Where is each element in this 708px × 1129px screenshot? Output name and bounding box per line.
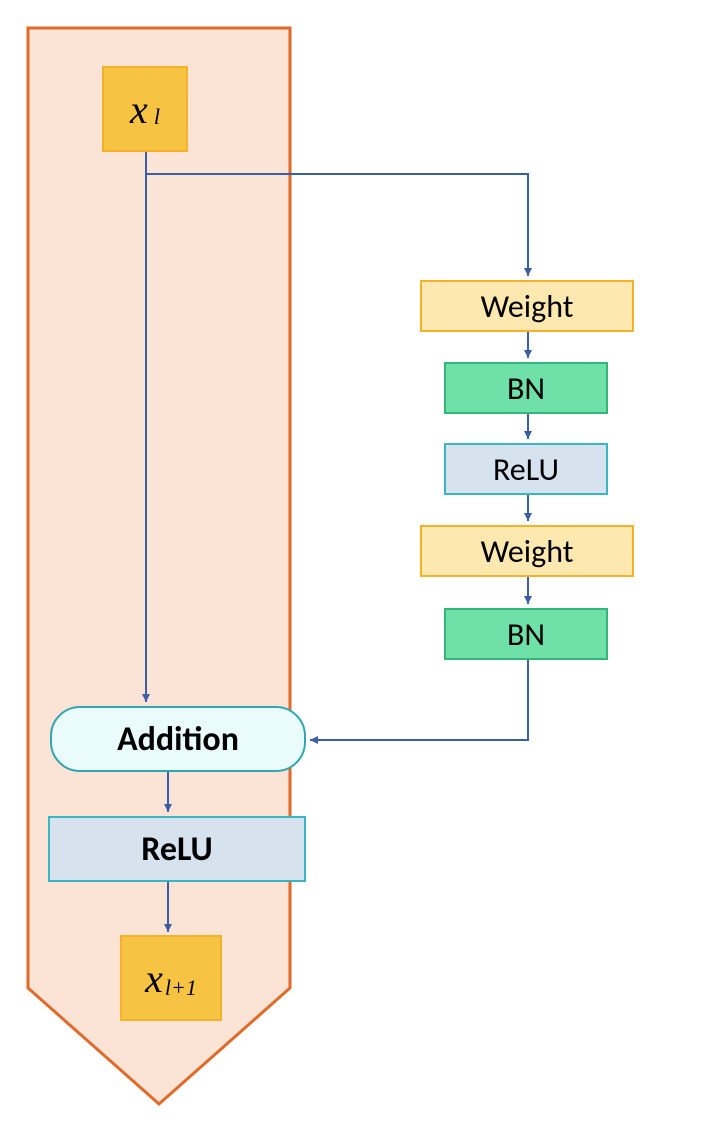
bn-block-1: BN: [444, 362, 608, 414]
output-var: x: [145, 955, 163, 1002]
bn-block-2: BN: [444, 608, 608, 660]
output-variable-box: x l+1: [120, 935, 222, 1021]
input-var: x: [130, 86, 148, 133]
input-variable-box: x l: [102, 66, 188, 152]
addition-block: Addition: [50, 706, 306, 772]
relu-block-1: ReLU: [444, 443, 608, 495]
weight-block-2: Weight: [420, 525, 634, 577]
arrow-bn2-to-addition: [310, 660, 528, 740]
output-sub: l+1: [165, 975, 197, 1001]
input-sub: l: [154, 104, 160, 130]
relu-main-block: ReLU: [48, 816, 306, 882]
weight-block-1: Weight: [420, 280, 634, 332]
diagram-root: x l Weight BN ReLU Weight BN Addition Re…: [0, 0, 708, 1129]
